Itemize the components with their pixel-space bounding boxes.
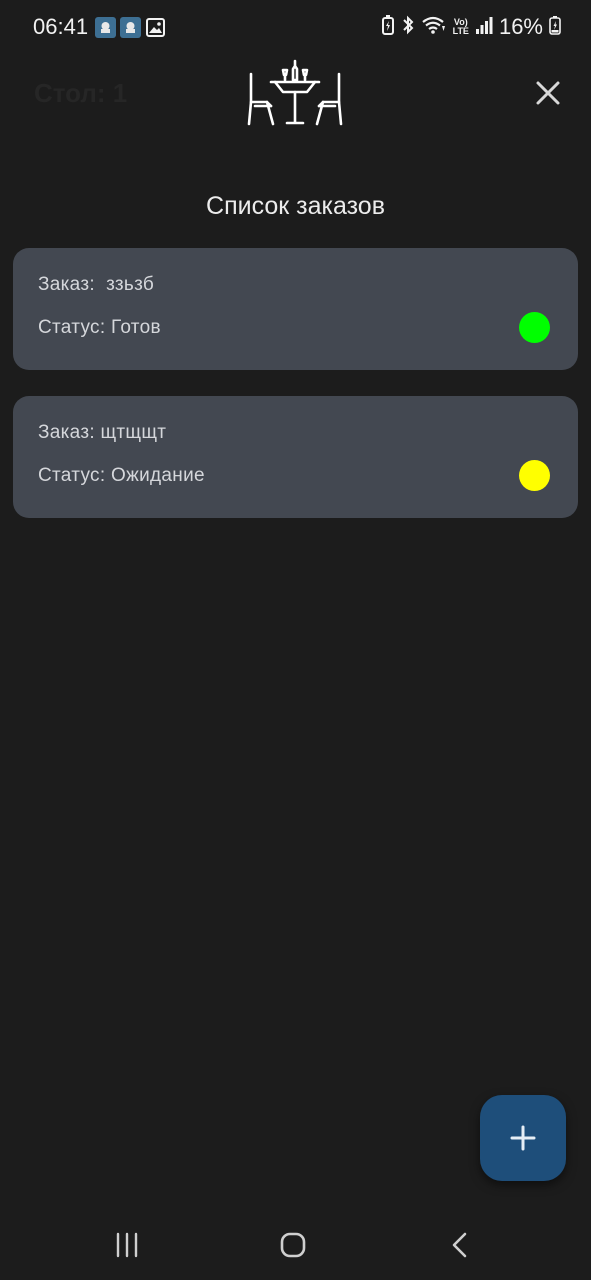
recent-apps-button[interactable] [112, 1230, 142, 1260]
image-icon [145, 17, 166, 43]
wifi-icon [421, 15, 447, 40]
restaurant-table-icon [247, 58, 343, 133]
bluetooth-icon [401, 15, 415, 40]
status-time: 06:41 [33, 14, 89, 39]
order-card[interactable]: Заказ: щтщщт Статус: Ожидание [13, 396, 578, 518]
app-notification-icon [120, 17, 141, 38]
status-indicator [519, 312, 550, 343]
notification-icons [95, 17, 166, 43]
navigation-bar [0, 1210, 591, 1280]
battery-icon [549, 15, 561, 40]
order-name: Заказ: ззьзб [38, 274, 155, 295]
home-icon [280, 1232, 306, 1258]
battery-saver-icon [381, 14, 395, 40]
battery-percent: 16% [498, 14, 543, 39]
order-name: Заказ: щтщщт [38, 422, 167, 443]
add-order-button[interactable] [480, 1095, 566, 1181]
back-icon [452, 1232, 467, 1258]
back-button[interactable] [446, 1230, 476, 1260]
plus-icon [510, 1125, 536, 1151]
system-icons: Vo) LTE 16% [381, 14, 561, 40]
signal-icon [475, 15, 493, 40]
order-card[interactable]: Заказ: ззьзб Статус: Готов [13, 248, 578, 370]
app-notification-icon [95, 17, 116, 38]
close-icon [536, 81, 560, 105]
status-indicator [519, 460, 550, 491]
home-button[interactable] [278, 1230, 308, 1260]
table-title: Стол: 1 [34, 78, 128, 108]
volte-icon: Vo) LTE [452, 17, 469, 36]
close-button[interactable] [533, 78, 563, 108]
status-bar: 06:41 Vo) LTE 16% [0, 0, 591, 56]
order-status: Статус: Готов [38, 317, 161, 338]
page-title: Список заказов [206, 192, 385, 220]
recent-apps-icon [116, 1232, 138, 1258]
order-status: Статус: Ожидание [38, 465, 205, 486]
